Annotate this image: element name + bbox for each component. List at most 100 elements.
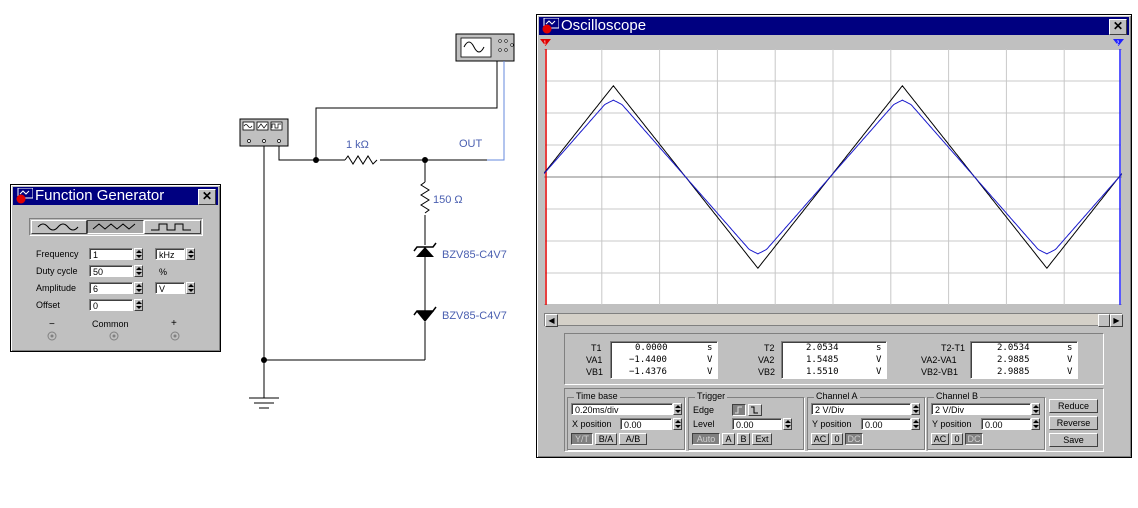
oscilloscope-titlebar[interactable]: Oscilloscope ✕ [539,17,1129,35]
va1-label: VA1 [586,355,603,365]
oscilloscope-title: Oscilloscope [561,17,647,34]
channel-b-ac-button[interactable]: AC [931,433,949,445]
va1-unit: V [707,355,713,365]
trigger-level-spinner[interactable] [783,418,792,430]
close-button[interactable]: ✕ [1109,19,1127,35]
channel-b-y-position-input[interactable]: 0.00 [981,418,1031,430]
reverse-button[interactable]: Reverse [1049,416,1098,430]
trigger-level-input[interactable]: 0.00 [732,418,782,430]
close-button[interactable]: ✕ [198,189,216,205]
channel-b-scale-spinner[interactable] [1031,403,1040,415]
cursor-1-handle[interactable]: 1 [540,39,552,47]
channel-b-dc-button[interactable]: DC [965,433,983,445]
oscilloscope-screen[interactable] [544,49,1122,305]
frequency-unit-select[interactable]: kHz [155,248,185,260]
channel-a-dc-button[interactable]: DC [845,433,863,445]
frequency-spinner[interactable] [134,248,143,260]
readout-box-diff: 2.0534 s 2.9885 V 2.9885 V [970,341,1078,379]
junction-nodes [261,157,428,363]
save-button[interactable]: Save [1049,433,1098,447]
sine-wave-icon [37,223,79,231]
t2-label: T2 [764,343,775,353]
cursor-readout-panel: T1 VA1 VB1 0.0000 s −1.4400 V −1.4376 V … [564,333,1104,385]
channel-a-y-position-input[interactable]: 0.00 [861,418,911,430]
minus-terminal-icon[interactable] [47,331,57,341]
resistor-150[interactable] [420,181,430,214]
scroll-right-button[interactable]: ▶ [1110,314,1123,327]
zener-diode-1[interactable] [413,242,437,257]
common-terminal-icon[interactable] [109,331,119,341]
channel-a-ac-button[interactable]: AC [811,433,829,445]
channel-a-y-position-spinner[interactable] [911,418,920,430]
channel-a-scale-spinner[interactable] [911,403,920,415]
scroll-thumb[interactable] [1098,314,1110,327]
channel-a-zero-button[interactable]: 0 [831,433,843,445]
triangle-wave-button[interactable] [87,220,144,234]
scroll-left-button[interactable]: ◀ [545,314,558,327]
svg-text:1: 1 [544,41,547,47]
function-generator-titlebar[interactable]: Function Generator ✕ [13,187,218,205]
channel-b-zero-button[interactable]: 0 [951,433,963,445]
channel-b-scale-input[interactable]: 2 V/Div [931,403,1031,415]
time-base-group: Time base 0.20ms/div X position 0.00 Y/T… [567,391,685,450]
plus-terminal-icon[interactable] [170,331,180,341]
offset-input[interactable]: 0 [89,299,133,311]
function-generator-title: Function Generator [35,187,165,204]
offset-spinner[interactable] [134,299,143,311]
frequency-input[interactable]: 1 [89,248,133,260]
t2-t1-unit: s [1067,343,1073,353]
channel-b-y-position-spinner[interactable] [1031,418,1040,430]
time-base-title: Time base [574,391,620,401]
time-base-scale-input[interactable]: 0.20ms/div [571,403,673,415]
amplitude-unit-spinner[interactable] [186,282,195,294]
cursor-2-handle[interactable]: 2 [1113,39,1125,47]
function-generator-symbol[interactable] [239,118,289,147]
ab-mode-button[interactable]: A/B [619,433,647,445]
auto-trigger-button[interactable]: Auto [692,433,720,445]
va1-value: −1.4400 [629,355,667,365]
x-position-spinner[interactable] [673,418,682,430]
resistor-1k[interactable] [344,155,378,165]
vb1-value: −1.4376 [629,367,667,377]
oscilloscope-window: Oscilloscope ✕ 1 2 ◀ ▶ T1 VA1 VB1 0.0000… [536,14,1132,458]
duty-cycle-input[interactable]: 50 [89,265,133,277]
triangle-wave-icon [92,223,136,230]
yt-mode-button[interactable]: Y/T [571,433,593,445]
wires [263,61,504,398]
rising-edge-button[interactable] [732,404,746,416]
channel-a-scale-input[interactable]: 2 V/Div [811,403,911,415]
ba-mode-button[interactable]: B/A [595,433,617,445]
vb2-vb1-label: VB2-VB1 [921,367,959,377]
amplitude-unit-select[interactable]: V [155,282,185,294]
screen-scrollbar[interactable]: ◀ ▶ [544,313,1123,327]
resistor-1k-label: 1 kΩ [346,139,369,151]
va2-va1-label: VA2-VA1 [921,355,957,365]
reduce-button[interactable]: Reduce [1049,399,1098,413]
ground-symbol [249,397,279,409]
trigger-b-button[interactable]: B [737,433,750,445]
channel-a-group: Channel A 2 V/Div Y position 0.00 AC 0 D… [807,391,925,450]
oscilloscope-symbol[interactable] [455,33,515,62]
amplitude-input[interactable]: 6 [89,282,133,294]
sine-wave-button[interactable] [31,220,87,234]
x-position-input[interactable]: 0.00 [620,418,672,430]
amplitude-spinner[interactable] [134,282,143,294]
duty-cycle-spinner[interactable] [134,265,143,277]
edge-label: Edge [693,405,715,415]
falling-edge-button[interactable] [748,404,762,416]
zener-1-label: BZV85-C4V7 [442,249,507,261]
out-label: OUT [459,138,483,150]
resistor-150-label: 150 Ω [433,194,463,206]
trigger-a-button[interactable]: A [722,433,735,445]
frequency-unit-spinner[interactable] [186,248,195,260]
vb2-value: 1.5510 [806,367,839,377]
time-base-scale-spinner[interactable] [673,403,682,415]
channel-b-group: Channel B 2 V/Div Y position 0.00 AC 0 D… [927,391,1045,450]
square-wave-icon [151,223,191,231]
trigger-ext-button[interactable]: Ext [752,433,772,445]
channel-b-y-position-label: Y position [932,419,972,429]
t2-value: 2.0534 [806,343,839,353]
square-wave-button[interactable] [144,220,201,234]
duty-cycle-unit: % [159,267,168,277]
va2-value: 1.5485 [806,355,839,365]
